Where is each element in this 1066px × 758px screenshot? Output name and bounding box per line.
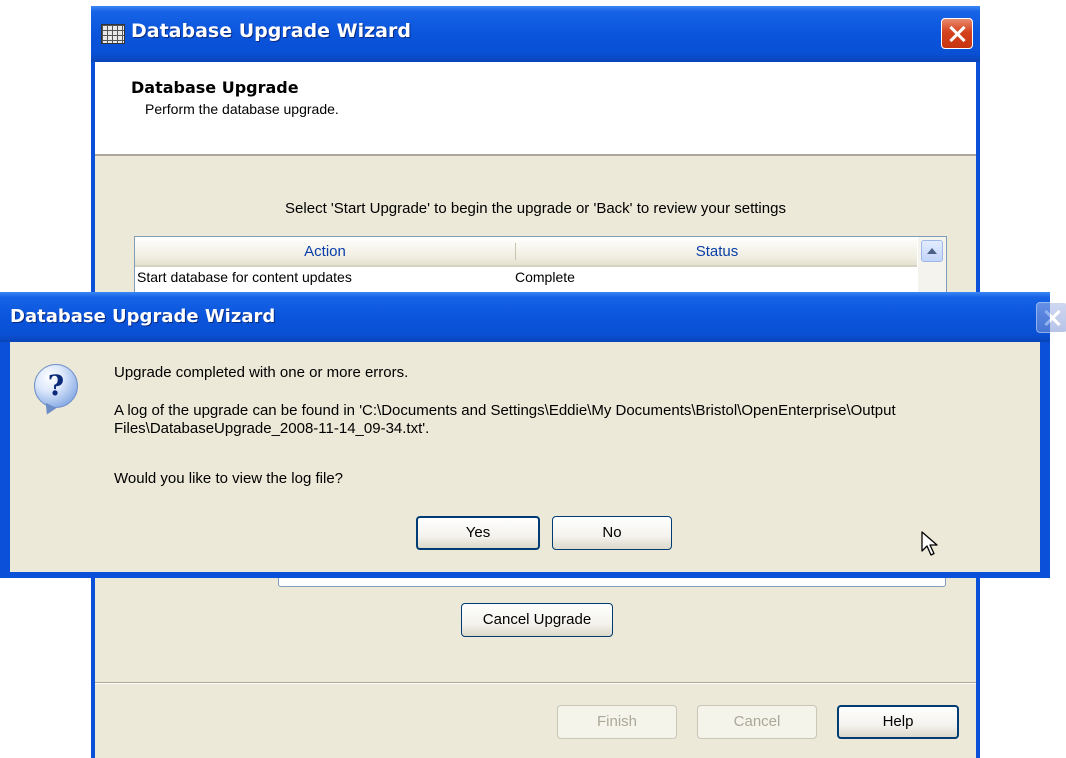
no-button[interactable]: No xyxy=(552,516,672,550)
message-dialog: Database Upgrade Wizard ? Upgrade comple… xyxy=(0,292,1066,578)
cancel-upgrade-button[interactable]: Cancel Upgrade xyxy=(461,603,613,637)
scroll-up-arrow-icon[interactable] xyxy=(921,240,943,262)
help-button[interactable]: Help xyxy=(837,705,959,739)
wizard-title: Database Upgrade Wizard xyxy=(131,20,411,42)
footer-divider xyxy=(95,682,976,684)
dialog-title: Database Upgrade Wizard xyxy=(10,306,276,327)
row-action: Start database for content updates xyxy=(137,269,352,285)
column-header-action[interactable]: Action xyxy=(135,243,515,260)
dialog-message-question: Would you like to view the log file? xyxy=(114,470,344,487)
list-item[interactable]: Start database for content updates Compl… xyxy=(135,266,917,288)
dialog-titlebar[interactable]: Database Upgrade Wizard xyxy=(0,292,1066,342)
instruction-text: Select 'Start Upgrade' to begin the upgr… xyxy=(285,200,786,217)
wizard-titlebar[interactable]: Database Upgrade Wizard xyxy=(91,6,980,62)
question-icon: ? xyxy=(34,364,78,408)
dialog-message-log-path: A log of the upgrade can be found in 'C:… xyxy=(114,402,896,437)
page-title: Database Upgrade xyxy=(131,78,299,97)
close-icon[interactable] xyxy=(1036,302,1066,333)
page-subtitle: Perform the database upgrade. xyxy=(145,101,339,117)
list-header: Action Status xyxy=(135,237,917,267)
row-status: Complete xyxy=(515,269,575,285)
app-grid-icon xyxy=(101,24,125,44)
column-header-status[interactable]: Status xyxy=(515,243,918,260)
dialog-message-summary: Upgrade completed with one or more error… xyxy=(114,364,409,381)
wizard-header: Database Upgrade Perform the database up… xyxy=(95,62,976,156)
finish-button[interactable]: Finish xyxy=(557,705,677,739)
cancel-button[interactable]: Cancel xyxy=(697,705,817,739)
close-icon[interactable] xyxy=(941,18,973,49)
yes-button[interactable]: Yes xyxy=(416,516,540,550)
mouse-pointer-icon xyxy=(921,531,938,556)
dialog-client-area: ? Upgrade completed with one or more err… xyxy=(10,342,1040,572)
